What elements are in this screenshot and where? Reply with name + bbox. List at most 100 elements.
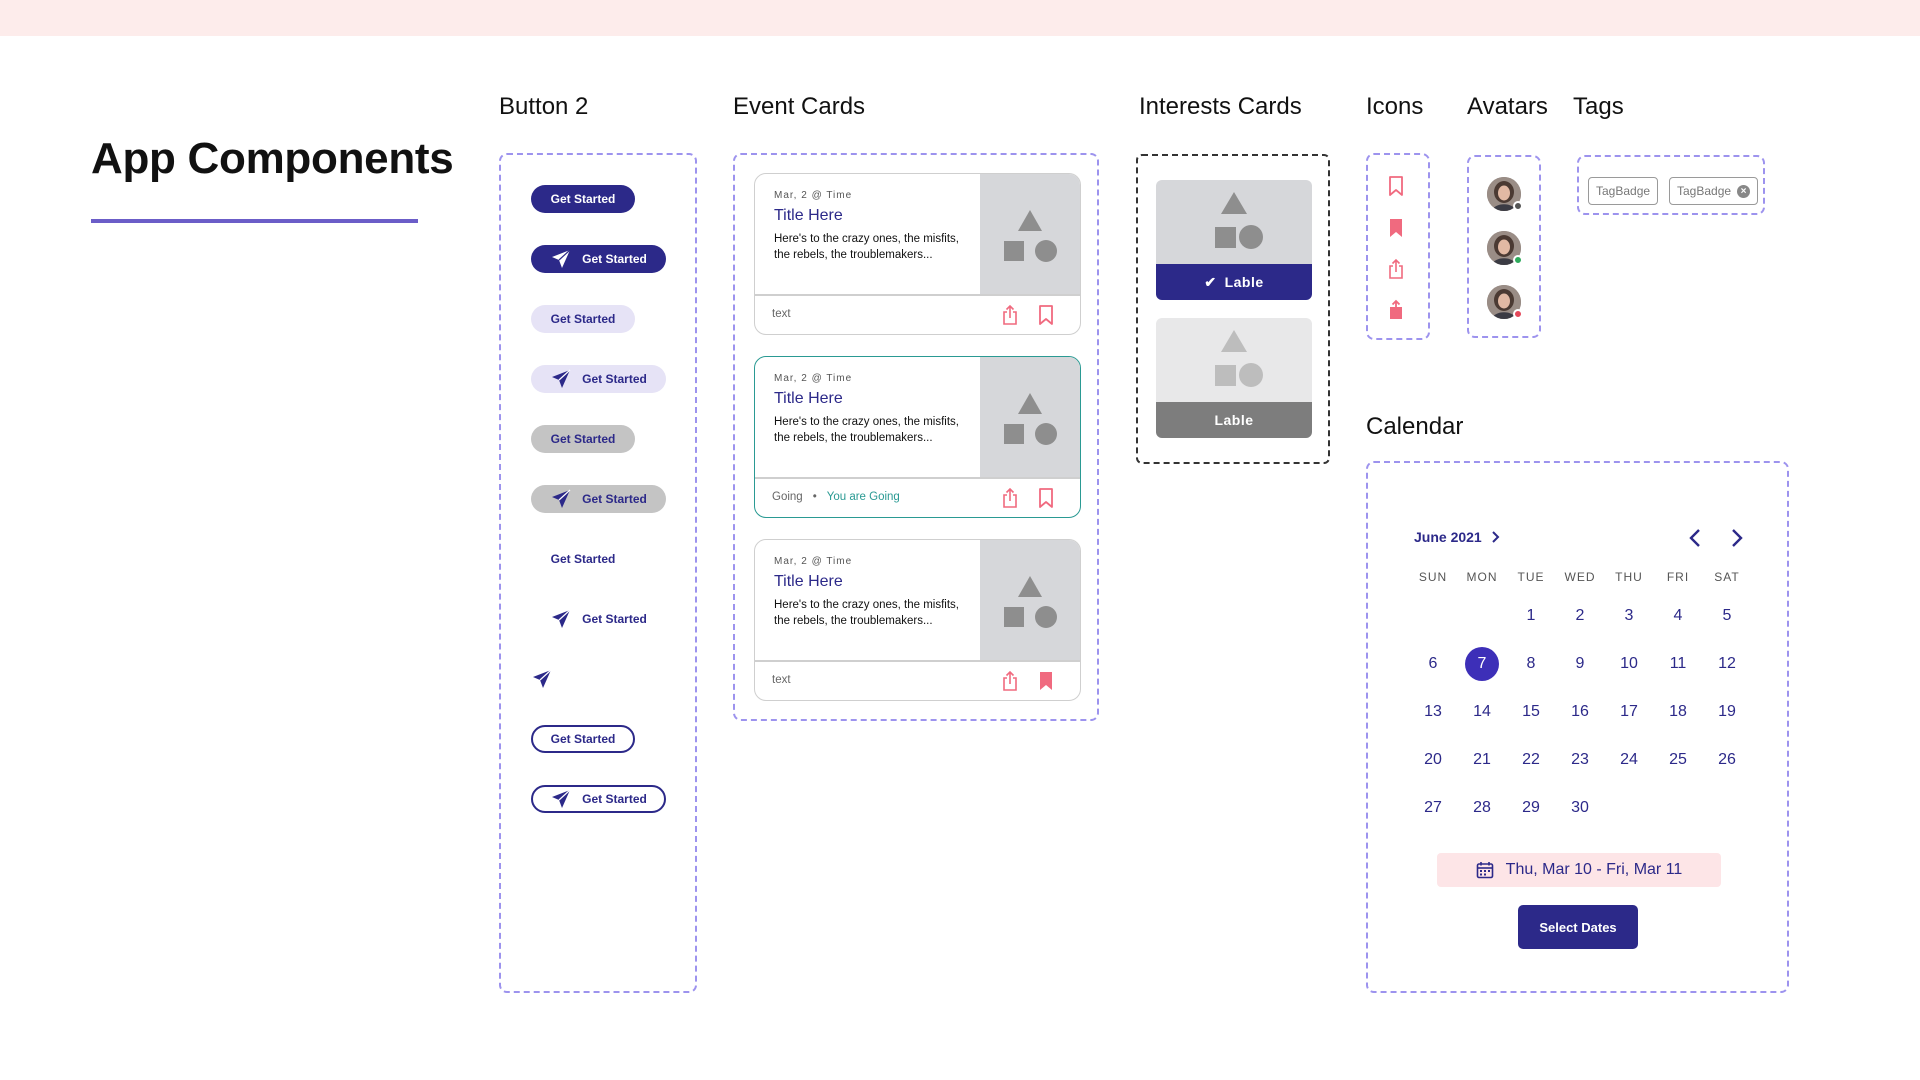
calendar-day[interactable]: 15 — [1514, 695, 1548, 729]
calendar-day[interactable]: 9 — [1563, 647, 1597, 681]
interests-cards-panel: ✔ Lable Lable — [1136, 154, 1330, 464]
calendar-day[interactable]: 10 — [1612, 647, 1646, 681]
get-started-button[interactable]: Get Started — [531, 185, 635, 213]
calendar-day[interactable]: 19 — [1710, 695, 1744, 729]
get-started-button[interactable]: Get Started — [531, 425, 635, 453]
card-divider — [755, 477, 1080, 479]
calendar-day[interactable]: 1 — [1514, 599, 1548, 633]
calendar-day[interactable]: 14 — [1465, 695, 1499, 729]
section-title-button2: Button 2 — [499, 93, 589, 120]
calendar-day[interactable]: 12 — [1710, 647, 1744, 681]
bookmark-outline-icon[interactable] — [1036, 304, 1056, 326]
calendar-day[interactable]: 6 — [1416, 647, 1450, 681]
event-card[interactable]: Mar, 2 @ Time Title Here Here's to the cra… — [754, 539, 1081, 701]
event-card[interactable]: Mar, 2 @ Time Title Here Here's to the cra… — [754, 356, 1081, 518]
calendar-month-button[interactable]: June 2021 — [1414, 529, 1500, 545]
section-title-tags: Tags — [1573, 93, 1624, 120]
calendar-day[interactable]: 23 — [1563, 743, 1597, 777]
select-dates-button[interactable]: Select Dates — [1518, 905, 1638, 949]
calendar-day[interactable]: 30 — [1563, 791, 1597, 825]
calendar-day[interactable]: 22 — [1514, 743, 1548, 777]
event-title: Title Here — [774, 207, 843, 224]
event-description: Here's to the crazy ones, the misfits, t… — [774, 233, 959, 261]
button-label: Get Started — [582, 612, 647, 626]
tag-label: TagBadge — [1677, 184, 1732, 198]
event-footer: Going • You are Going — [772, 491, 900, 503]
close-icon[interactable]: × — [1737, 184, 1751, 198]
event-title: Title Here — [774, 573, 843, 590]
bookmark-filled-icon[interactable] — [1036, 670, 1056, 692]
interest-card-bar: ✔ Lable — [1156, 264, 1312, 300]
calendar-day[interactable]: 26 — [1710, 743, 1744, 777]
separator-dot: • — [812, 491, 817, 503]
next-month-button[interactable] — [1725, 527, 1747, 549]
share-icon[interactable] — [1000, 487, 1020, 509]
prev-month-button[interactable] — [1685, 527, 1707, 549]
buttons-panel: Get Started Get Started Get Started Get Sta… — [499, 153, 697, 993]
get-started-icon-button[interactable] — [531, 665, 571, 693]
calendar-day[interactable]: 8 — [1514, 647, 1548, 681]
bookmark-outline-icon[interactable] — [1036, 487, 1056, 509]
calendar-day[interactable]: 2 — [1563, 599, 1597, 633]
tag-badge[interactable]: TagBadge — [1588, 177, 1659, 205]
calendar-day[interactable]: 16 — [1563, 695, 1597, 729]
calendar-day[interactable]: 21 — [1465, 743, 1499, 777]
event-title: Title Here — [774, 390, 843, 407]
bookmark-filled-icon[interactable] — [1386, 217, 1406, 239]
calendar-month-label: June 2021 — [1414, 529, 1482, 545]
calendar-day[interactable]: 20 — [1416, 743, 1450, 777]
calendar-day-selected[interactable]: 7 — [1465, 647, 1499, 681]
weekday-label: SUN — [1418, 570, 1448, 584]
calendar-day[interactable]: 29 — [1514, 791, 1548, 825]
tags-panel: TagBadge TagBadge × — [1577, 155, 1765, 215]
get-started-icon-button[interactable]: Get Started — [531, 365, 666, 393]
calendar-day[interactable]: 28 — [1465, 791, 1499, 825]
weekday-label: TUE — [1517, 570, 1545, 584]
share-outline-icon[interactable] — [1386, 258, 1406, 280]
calendar-day[interactable]: 17 — [1612, 695, 1646, 729]
button-label: Get Started — [582, 492, 647, 506]
calendar-day[interactable]: 27 — [1416, 791, 1450, 825]
get-started-icon-button[interactable]: Get Started — [531, 785, 666, 813]
card-divider — [755, 660, 1080, 662]
calendar-day[interactable]: 25 — [1661, 743, 1695, 777]
share-icon[interactable] — [1000, 304, 1020, 326]
tag-label: TagBadge — [1596, 184, 1651, 198]
calendar-day[interactable]: 11 — [1661, 647, 1695, 681]
button-label: Get Started — [550, 312, 616, 326]
interest-card-unselected[interactable]: Lable — [1156, 318, 1312, 438]
event-footer: text — [772, 674, 791, 686]
share-filled-icon[interactable] — [1386, 299, 1406, 321]
send-icon — [552, 609, 571, 628]
get-started-icon-button[interactable]: Get Started — [531, 485, 666, 513]
calendar-day[interactable]: 4 — [1661, 599, 1695, 633]
get-started-button[interactable]: Get Started — [531, 725, 635, 753]
event-card[interactable]: Mar, 2 @ Time Title Here Here's to the cra… — [754, 173, 1081, 335]
button-label: Get Started — [550, 732, 616, 746]
bookmark-outline-icon[interactable] — [1386, 175, 1406, 197]
get-started-icon-button[interactable]: Get Started — [531, 605, 666, 633]
event-image — [980, 357, 1080, 477]
get-started-button[interactable]: Get Started — [531, 305, 635, 333]
calendar-day[interactable]: 18 — [1661, 695, 1695, 729]
get-started-button[interactable]: Get Started — [531, 545, 635, 573]
calendar-day[interactable]: 5 — [1710, 599, 1744, 633]
button-label: Get Started — [550, 432, 616, 446]
weekday-label: THU — [1615, 570, 1643, 584]
share-icon[interactable] — [1000, 670, 1020, 692]
event-actions — [1000, 487, 1056, 509]
send-icon — [533, 669, 552, 688]
design-canvas: App Components Button 2 Event Cards Inte… — [0, 0, 1920, 1080]
calendar-day[interactable]: 24 — [1612, 743, 1646, 777]
button-label: Get Started — [582, 792, 647, 806]
section-title-event-cards: Event Cards — [733, 93, 866, 120]
button-label: Get Started — [582, 252, 647, 266]
get-started-icon-button[interactable]: Get Started — [531, 245, 666, 273]
event-actions — [1000, 670, 1056, 692]
weekday-label: FRI — [1666, 570, 1690, 584]
interest-card-selected[interactable]: ✔ Lable — [1156, 180, 1312, 300]
event-cards-panel: Mar, 2 @ Time Title Here Here's to the cra… — [733, 153, 1099, 721]
calendar-day[interactable]: 13 — [1416, 695, 1450, 729]
tag-badge-removable[interactable]: TagBadge × — [1669, 177, 1759, 205]
calendar-day[interactable]: 3 — [1612, 599, 1646, 633]
